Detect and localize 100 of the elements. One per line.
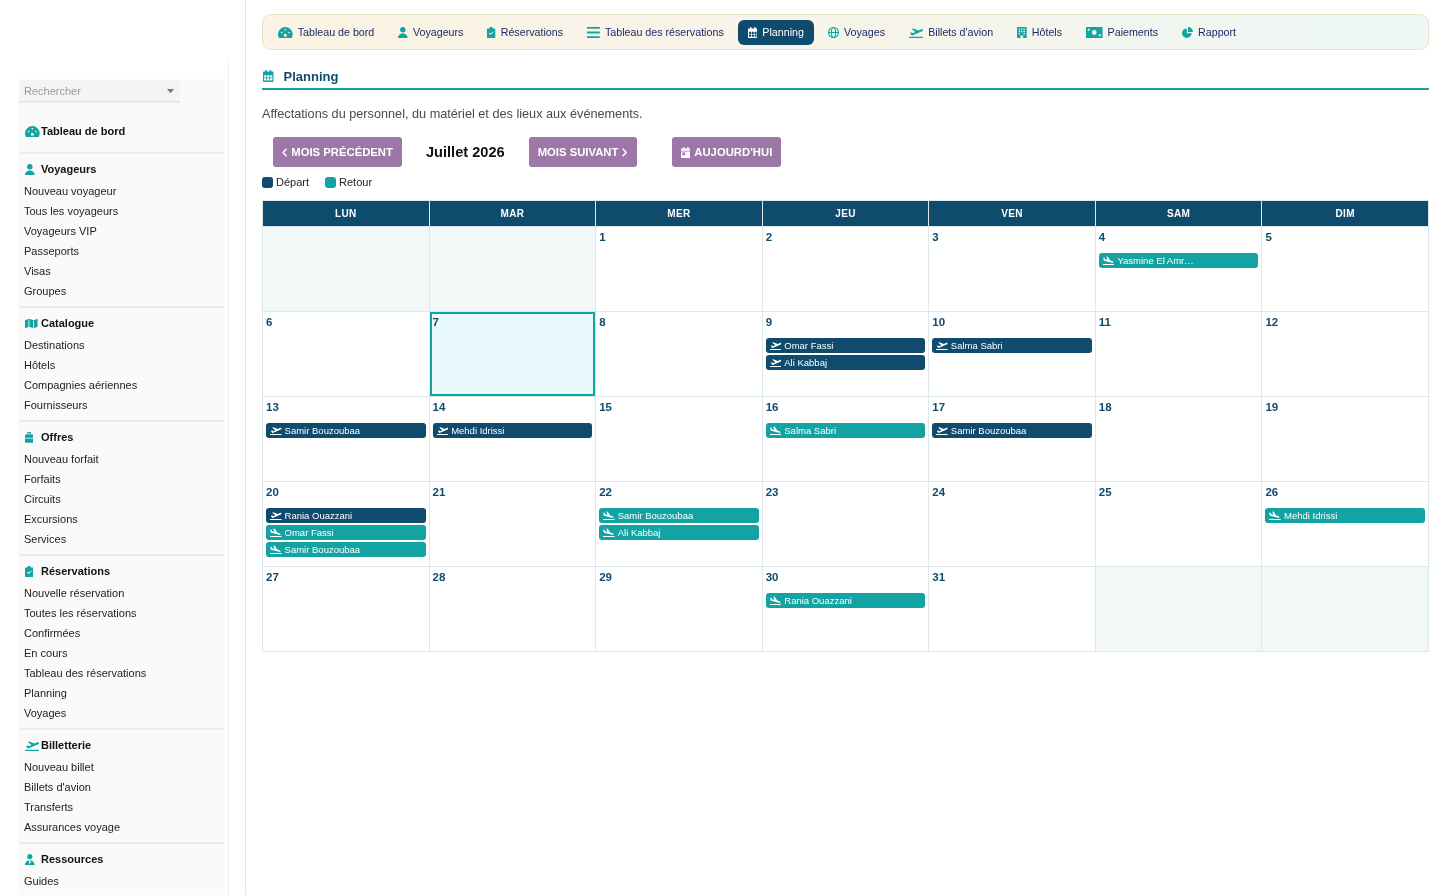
sidebar-link[interactable]: Confirmées xyxy=(24,623,81,643)
sidebar-link[interactable]: Billets d'avion xyxy=(24,777,91,797)
plane-takeoff-icon xyxy=(936,426,948,435)
nav-tab[interactable]: Rapport xyxy=(1172,19,1247,45)
weekday-header: DIM xyxy=(1262,201,1428,226)
previous-month-button[interactable]: MOIS PRÉCÉDENT xyxy=(273,137,402,167)
sidebar-link[interactable]: En cours xyxy=(24,643,68,663)
list-icon xyxy=(587,26,600,38)
day-number: 5 xyxy=(1265,231,1272,244)
day-number: 7 xyxy=(432,316,439,329)
sidebar-link[interactable]: Fournisseurs xyxy=(24,395,88,415)
sidebar-section-title: Ressources xyxy=(41,853,104,865)
nav-tab[interactable]: Voyageurs xyxy=(388,19,474,45)
day-number: 26 xyxy=(1265,486,1279,499)
plane-landing-icon xyxy=(603,528,615,537)
plane-takeoff-icon xyxy=(270,426,282,435)
day-number: 19 xyxy=(1265,401,1279,414)
day-number: 12 xyxy=(1265,316,1279,329)
sidebar-link[interactable]: Assurances voyage xyxy=(24,817,120,837)
calendar-event[interactable]: Rania Ouazzani xyxy=(266,508,426,523)
next-month-button[interactable]: MOIS SUIVANT xyxy=(528,137,637,167)
nav-tab[interactable]: Paiements xyxy=(1076,19,1169,45)
calendar-event[interactable]: Salma Sabri xyxy=(932,338,1092,353)
sidebar-link[interactable]: Excursions xyxy=(24,509,78,529)
user-icon xyxy=(398,26,408,38)
day-number: 18 xyxy=(1098,401,1112,414)
calendar-event[interactable]: Samir Bouzoubaa xyxy=(932,423,1092,438)
sidebar-link[interactable]: Compagnies aériennes xyxy=(24,375,138,395)
sidebar-link[interactable]: Toutes les réservations xyxy=(24,603,137,623)
weekday-header: LUN xyxy=(263,201,429,226)
pie-chart-icon xyxy=(1182,26,1194,38)
day-number: 22 xyxy=(599,486,612,499)
nav-tab[interactable]: Réservations xyxy=(477,19,574,45)
nav-tab[interactable]: Planning xyxy=(737,19,814,45)
sidebar-link[interactable]: Tableau des réservations xyxy=(24,663,147,683)
user-icon xyxy=(25,163,35,175)
nav-tab[interactable]: Billets d'avion xyxy=(899,19,1004,45)
clipboard-check-icon xyxy=(487,26,496,38)
calendar-icon xyxy=(680,146,691,158)
sidebar-link[interactable]: Hôtels xyxy=(24,355,56,375)
plane-landing-icon xyxy=(603,511,615,520)
nav-tab[interactable]: Hôtels xyxy=(1007,19,1073,45)
sidebar-link[interactable]: Planning xyxy=(24,683,67,703)
sidebar-section-title: Offres xyxy=(41,431,74,443)
plane-landing-icon xyxy=(769,426,782,435)
weekday-header: JEU xyxy=(762,201,929,226)
sidebar-link[interactable]: Tous les voyageurs xyxy=(24,201,119,221)
day-number: 4 xyxy=(1098,231,1106,244)
sidebar-link[interactable]: Nouveau voyageur xyxy=(24,181,117,201)
sidebar-link[interactable]: Nouvelle réservation xyxy=(24,583,125,603)
nav-tab[interactable]: Voyages xyxy=(817,19,895,45)
day-number: 21 xyxy=(432,486,446,499)
caret-down-icon xyxy=(167,89,174,94)
calendar-event[interactable]: Samir Bouzoubaa xyxy=(266,423,426,438)
sidebar-link[interactable]: Visas xyxy=(24,261,51,281)
sidebar-section-title: Voyageurs xyxy=(41,163,97,175)
day-number: 11 xyxy=(1098,316,1111,329)
today-button[interactable]: AUJOURD'HUI xyxy=(671,137,782,167)
month-label: Juillet 2026 xyxy=(425,144,505,160)
nav-tab[interactable]: Tableau des réservations xyxy=(577,19,734,45)
sidebar-link[interactable]: Transferts xyxy=(24,797,74,817)
day-number: 23 xyxy=(765,486,779,499)
day-number: 1 xyxy=(599,231,606,244)
sidebar-link[interactable]: Nouveau billet xyxy=(24,757,94,777)
search-field[interactable]: Rechercher xyxy=(19,80,180,102)
banknote-icon xyxy=(1086,26,1103,38)
sidebar-link[interactable]: Services xyxy=(24,529,67,549)
sidebar-link[interactable]: Voyages xyxy=(24,703,67,723)
day-number: 2 xyxy=(765,231,773,244)
weekday-header: VEN xyxy=(929,201,1095,226)
clipboard-check-icon xyxy=(25,565,34,577)
person-icon xyxy=(25,853,35,865)
day-number: 17 xyxy=(932,401,946,414)
sidebar-link[interactable]: Voyageurs VIP xyxy=(24,221,97,241)
day-number: 20 xyxy=(266,486,279,499)
plane-takeoff-icon xyxy=(436,426,449,435)
sidebar-link[interactable]: Nouveau forfait xyxy=(24,449,99,469)
globe-icon xyxy=(827,26,839,38)
sidebar-link[interactable]: Passeports xyxy=(24,241,80,261)
gauge-icon xyxy=(278,26,293,38)
sidebar-link[interactable]: Destinations xyxy=(24,335,85,355)
day-number: 29 xyxy=(599,571,612,584)
sidebar-link[interactable]: Groupes xyxy=(24,281,67,301)
calendar-event[interactable]: Omar Fassi xyxy=(765,338,926,353)
sidebar-link[interactable]: Forfaits xyxy=(24,469,61,489)
sidebar-link[interactable]: Circuits xyxy=(24,489,61,509)
day-number: 24 xyxy=(932,486,946,499)
day-number: 31 xyxy=(932,571,946,584)
building-icon xyxy=(1017,26,1027,38)
calendar-event[interactable]: Ali Kabbaj xyxy=(765,355,926,370)
nav-tab[interactable]: Tableau de bord xyxy=(268,19,385,45)
sidebar-section-title: Tableau de bord xyxy=(41,125,126,137)
plane-takeoff-icon xyxy=(936,341,948,350)
calendar-event[interactable]: Mehdi Idrissi xyxy=(432,423,593,438)
plane-landing-icon xyxy=(270,528,282,537)
plane-landing-icon xyxy=(270,545,282,554)
day-number: 3 xyxy=(932,231,939,244)
day-number: 28 xyxy=(432,571,446,584)
sidebar-link[interactable]: Guides xyxy=(24,871,59,891)
legend-label: Départ xyxy=(276,176,310,188)
